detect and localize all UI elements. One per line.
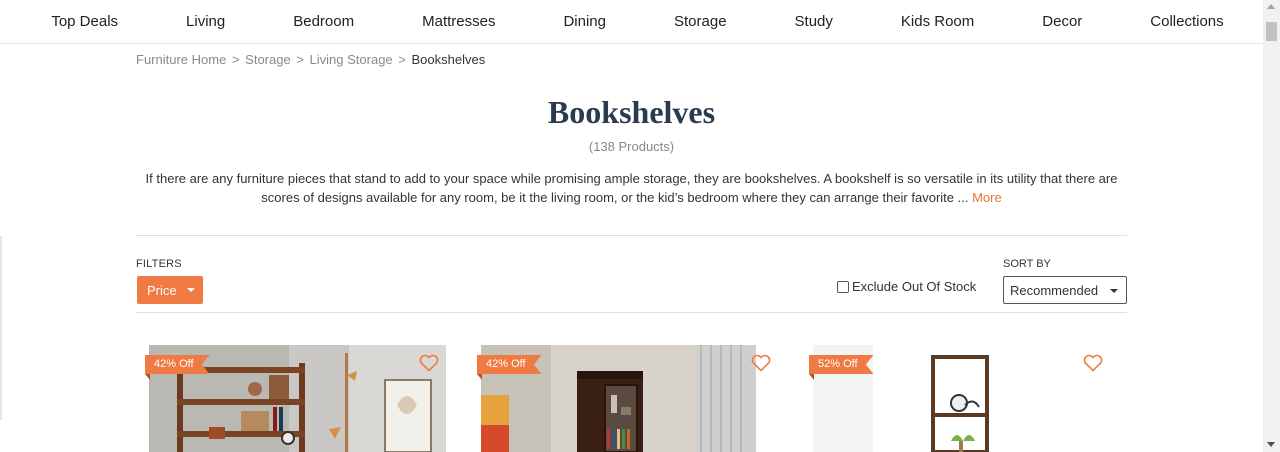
- nav-item-mattresses[interactable]: Mattresses: [388, 13, 529, 30]
- discount-badge: 52% Off: [809, 355, 874, 374]
- chevron-down-icon: [1110, 289, 1118, 293]
- top-navigation: Top Deals Living Bedroom Mattresses Dini…: [0, 0, 1263, 44]
- breadcrumb: Furniture Home > Storage > Living Storag…: [136, 52, 485, 67]
- wishlist-heart-icon[interactable]: [419, 354, 439, 372]
- filters-label: FILTERS: [136, 258, 182, 270]
- breadcrumb-separator: >: [296, 52, 304, 67]
- discount-badge: 42% Off: [145, 355, 210, 374]
- nav-item-top-deals[interactable]: Top Deals: [17, 13, 152, 30]
- breadcrumb-separator: >: [231, 52, 240, 67]
- discount-badge: 42% Off: [477, 355, 542, 374]
- nav-item-collections[interactable]: Collections: [1116, 13, 1257, 30]
- more-link[interactable]: More: [972, 190, 1002, 205]
- wishlist-heart-icon[interactable]: [1083, 354, 1103, 372]
- breadcrumb-link-storage[interactable]: Storage: [245, 52, 291, 67]
- scroll-up-icon[interactable]: [1267, 4, 1275, 9]
- exclude-out-of-stock-checkbox[interactable]: [837, 280, 849, 293]
- scroll-down-icon[interactable]: [1267, 442, 1275, 447]
- nav-item-decor[interactable]: Decor: [1008, 13, 1116, 30]
- nav-item-kids-room[interactable]: Kids Room: [867, 13, 1008, 30]
- vertical-scrollbar[interactable]: [1263, 0, 1280, 452]
- left-edge-divider: [0, 236, 2, 420]
- badge-fold: [477, 374, 482, 380]
- nav-item-storage[interactable]: Storage: [640, 13, 761, 30]
- category-description: If there are any furniture pieces that s…: [136, 169, 1127, 207]
- wishlist-heart-icon[interactable]: [751, 354, 771, 372]
- scrollbar-thumb[interactable]: [1266, 22, 1277, 41]
- breadcrumb-separator: >: [398, 52, 406, 67]
- exclude-out-of-stock[interactable]: Exclude Out Of Stock: [837, 279, 976, 294]
- chevron-down-icon: [186, 288, 195, 292]
- nav-item-dining[interactable]: Dining: [529, 13, 640, 30]
- divider: [136, 312, 1127, 313]
- badge-fold: [145, 374, 150, 380]
- price-filter-button[interactable]: Price: [137, 276, 203, 304]
- breadcrumb-link-furniture-home[interactable]: Furniture Home: [136, 52, 226, 67]
- sort-by-label: SORT BY: [1003, 258, 1051, 270]
- price-filter-label: Price: [147, 282, 177, 298]
- breadcrumb-link-living-storage[interactable]: Living Storage: [310, 52, 393, 67]
- divider: [136, 235, 1127, 236]
- exclude-out-of-stock-label: Exclude Out Of Stock: [852, 279, 977, 294]
- product-count: (138 Products): [588, 139, 675, 154]
- sort-select[interactable]: Recommended: [1003, 276, 1127, 304]
- nav-item-study[interactable]: Study: [761, 13, 867, 30]
- sort-select-value: Recommended: [1010, 282, 1099, 298]
- nav-item-bedroom[interactable]: Bedroom: [259, 13, 388, 30]
- breadcrumb-current: Bookshelves: [411, 52, 486, 67]
- badge-fold: [809, 374, 814, 380]
- nav-item-living[interactable]: Living: [152, 13, 259, 30]
- page-title: Bookshelves: [547, 94, 716, 130]
